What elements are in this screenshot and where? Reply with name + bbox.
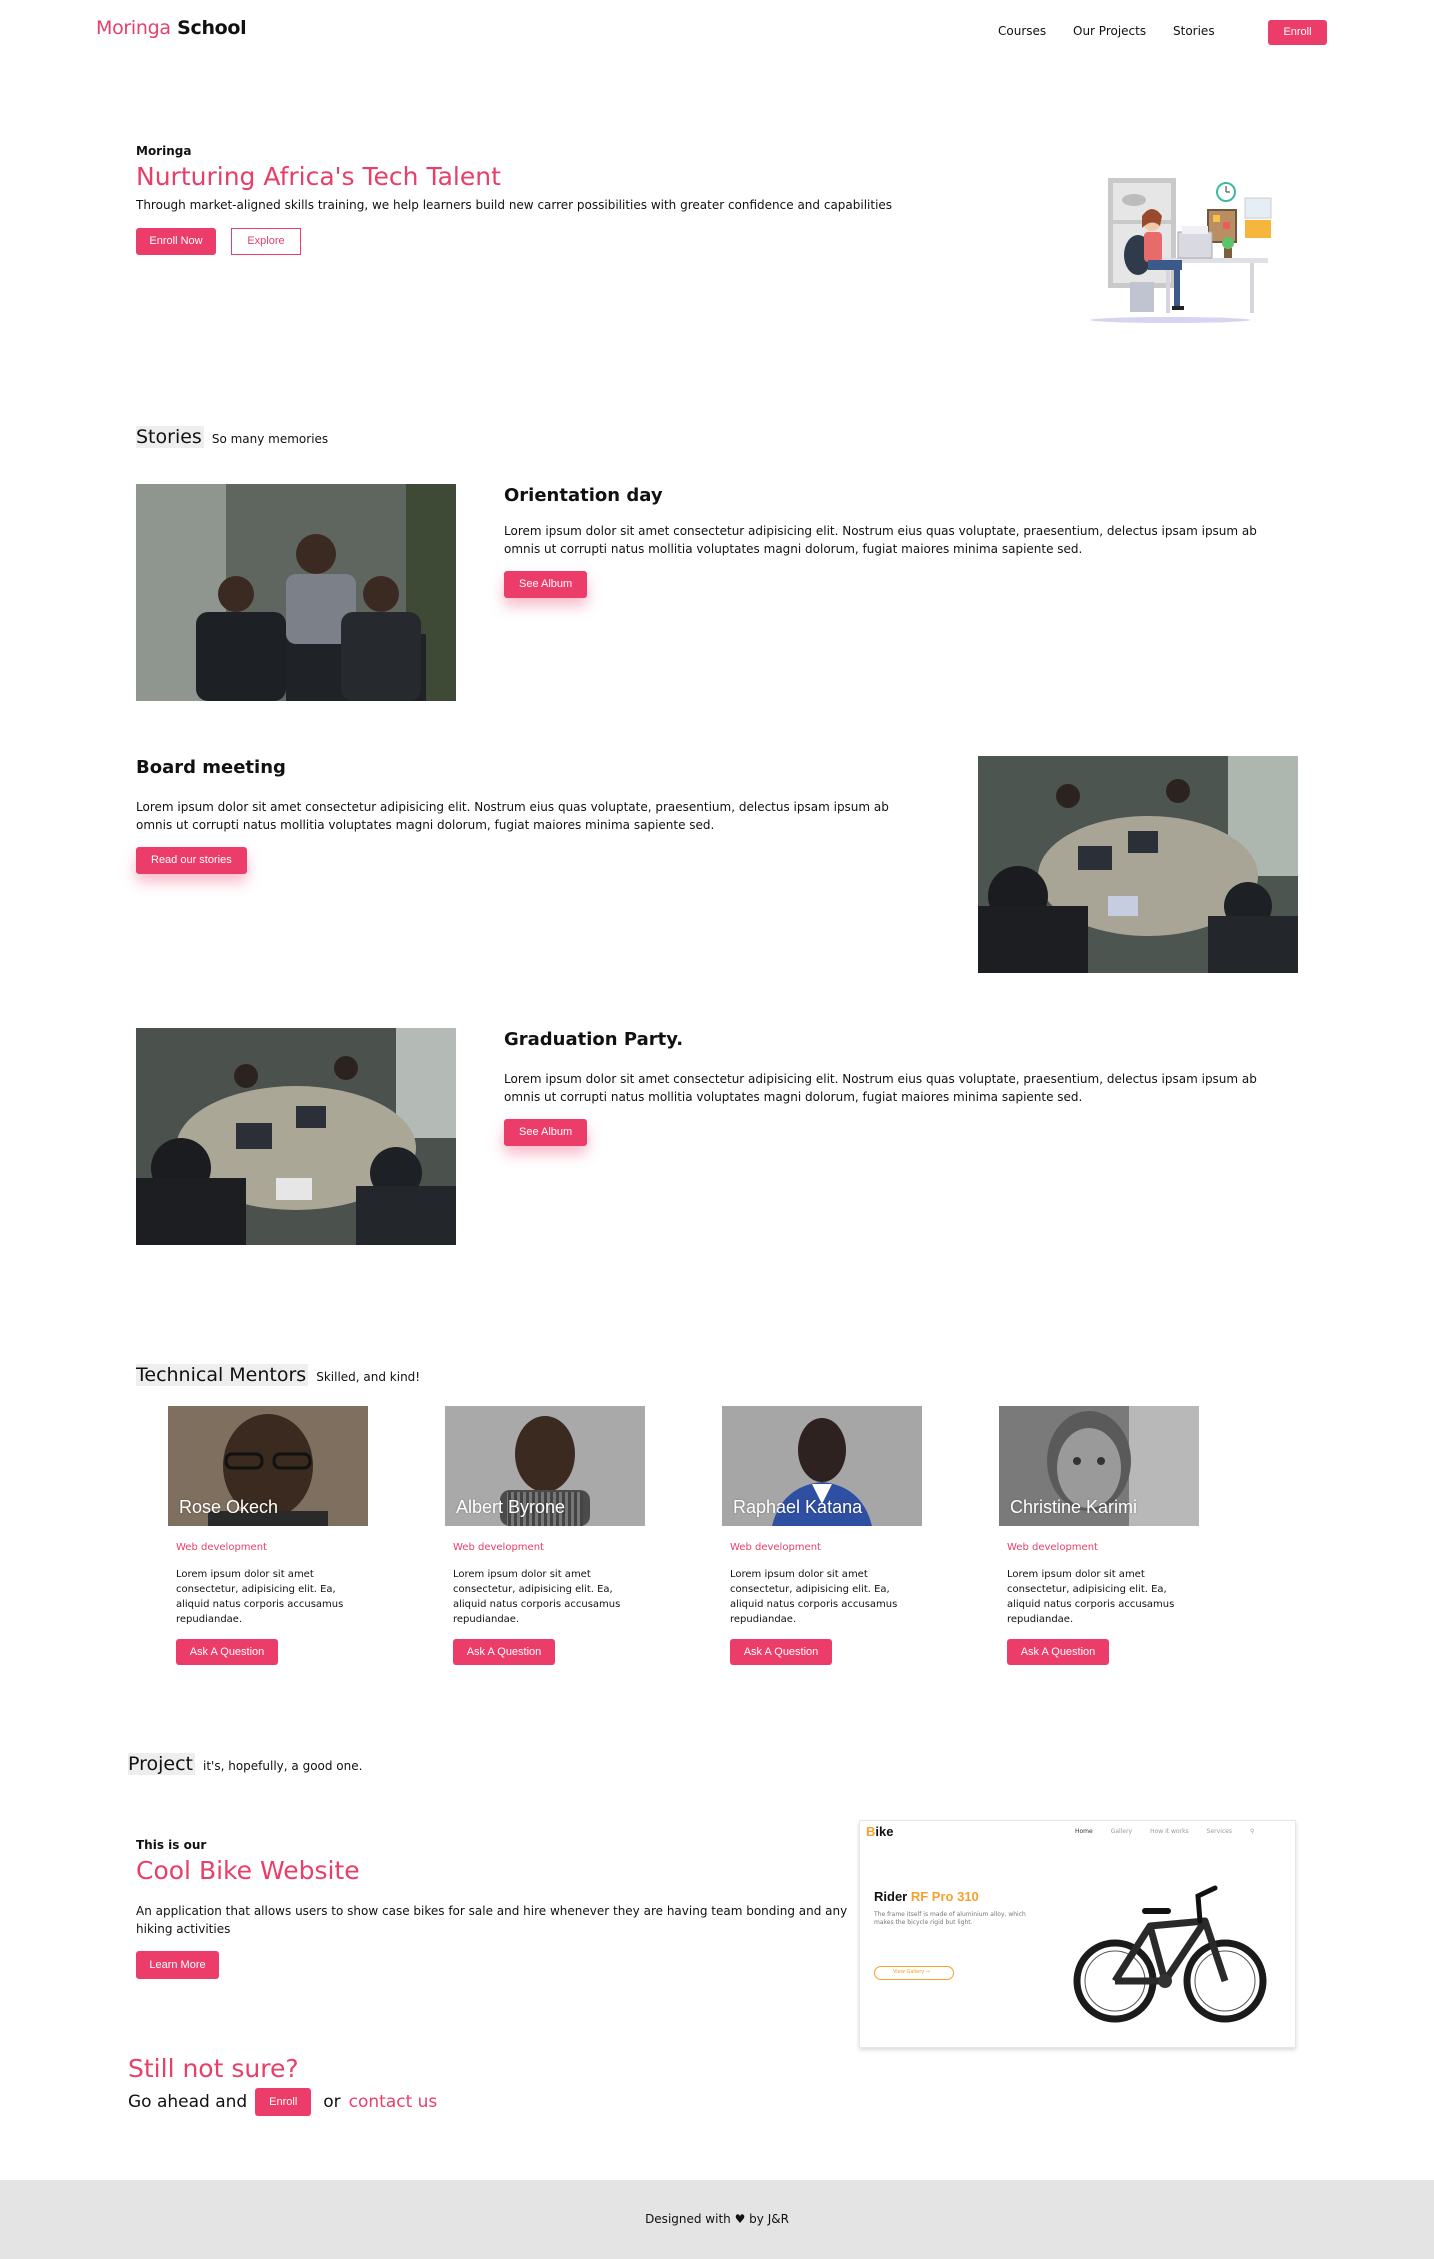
- mentor-role: Web development: [176, 1542, 267, 1553]
- mentor-card: Rose Okech Web development Lorem ipsum d…: [168, 1406, 368, 1665]
- project-subtitle: it's, hopefully, a good one.: [203, 1759, 363, 1773]
- project-section-title: Project it's, hopefully, a good one.: [128, 1753, 362, 1775]
- ask-question-button[interactable]: Ask A Question: [176, 1639, 278, 1665]
- mentor-photo: Rose Okech: [168, 1406, 368, 1526]
- bike-search-icon: ⚲: [1249, 1828, 1255, 1835]
- mentor-photo: Raphael Katana: [722, 1406, 922, 1526]
- mentors-title: Technical Mentors: [136, 1364, 309, 1386]
- story-text-graduation: Lorem ipsum dolor sit amet consectetur a…: [504, 1072, 1257, 1104]
- mentor-role: Web development: [453, 1542, 544, 1553]
- mentor-photo: Christine Karimi: [999, 1406, 1199, 1526]
- nav-link-courses[interactable]: Courses: [998, 24, 1046, 38]
- bike-heading-a: Rider: [874, 1889, 908, 1904]
- mentor-photo: Albert Byrone: [445, 1406, 645, 1526]
- hero-title: Nurturing Africa's Tech Talent: [136, 162, 501, 191]
- mentor-desc: Lorem ipsum dolor sit amet consectetur, …: [453, 1569, 621, 1625]
- story-heading-board: Board meeting: [136, 757, 286, 778]
- stories-subtitle: So many memories: [211, 432, 329, 446]
- project-screenshot: Bike Home Gallery How it works Services …: [859, 1820, 1296, 2048]
- mentor-name: Christine Karimi: [1010, 1497, 1138, 1517]
- bike-gallery-button: View Gallery →: [874, 1966, 954, 1980]
- story-heading-orientation: Orientation day: [504, 485, 663, 506]
- mentor-card: Christine Karimi Web development Lorem i…: [999, 1406, 1199, 1665]
- mentor-role: Web development: [1007, 1542, 1098, 1553]
- story-heading-graduation: Graduation Party.: [504, 1029, 684, 1050]
- bike-text: The frame itself is made of aluminium al…: [874, 1911, 1026, 1926]
- learn-more-button[interactable]: Learn More: [136, 1951, 219, 1979]
- project-name: Cool Bike Website: [136, 1856, 360, 1885]
- bike-nav-how: How it works: [1150, 1828, 1189, 1835]
- hero-illustration: [1090, 178, 1272, 323]
- cta-pre: Go ahead and: [128, 2092, 248, 2112]
- ask-question-button[interactable]: Ask A Question: [730, 1639, 832, 1665]
- mentor-name: Rose Okech: [179, 1497, 279, 1517]
- cta-enroll-button[interactable]: Enroll: [255, 2088, 312, 2116]
- story-text-board: Lorem ipsum dolor sit amet consectetur a…: [136, 800, 889, 832]
- nav-enroll-button[interactable]: Enroll: [1268, 20, 1327, 45]
- bike-nav: Home Gallery How it works Services ⚲: [1075, 1828, 1254, 1835]
- mentor-card: Albert Byrone Web development Lorem ipsu…: [445, 1406, 645, 1665]
- nav-link-stories[interactable]: Stories: [1173, 24, 1215, 38]
- cta-title: Still not sure?: [128, 2054, 299, 2083]
- project-eyebrow: This is our: [136, 1838, 207, 1852]
- ask-question-button[interactable]: Ask A Question: [453, 1639, 555, 1665]
- mentor-desc: Lorem ipsum dolor sit amet consectetur, …: [730, 1569, 898, 1625]
- mentor-name: Albert Byrone: [456, 1497, 566, 1517]
- bike-gallery-button-label: View Gallery: [893, 1969, 925, 1975]
- bike-image: [1073, 1885, 1267, 2023]
- ask-question-button[interactable]: Ask A Question: [1007, 1639, 1109, 1665]
- see-album-button-orientation[interactable]: See Album: [504, 571, 588, 598]
- explore-button[interactable]: Explore: [231, 228, 301, 255]
- cta-or: or: [323, 2092, 341, 2112]
- mentor-role: Web development: [730, 1542, 821, 1553]
- bike-logo-rest: ike: [875, 1824, 894, 1839]
- read-stories-button[interactable]: Read our stories: [136, 847, 247, 874]
- mentor-desc: Lorem ipsum dolor sit amet consectetur, …: [1007, 1569, 1175, 1625]
- brand-first: Moringa: [96, 17, 171, 39]
- bike-heading-b: RF Pro 310: [910, 1889, 979, 1904]
- bike-logo-b: B: [866, 1824, 876, 1839]
- mentors-subtitle: Skilled, and kind!: [316, 1370, 421, 1384]
- mentor-name: Raphael Katana: [733, 1497, 863, 1517]
- story-photo-orientation: [136, 484, 456, 701]
- contact-us-link[interactable]: contact us: [349, 2092, 438, 2112]
- story-photo-board: [978, 756, 1298, 973]
- mentor-card: Raphael Katana Web development Lorem ips…: [722, 1406, 922, 1665]
- story-text-orientation: Lorem ipsum dolor sit amet consectetur a…: [504, 524, 1257, 556]
- footer-text: Designed with ♥ by J&R: [645, 2212, 789, 2226]
- hero-text: Through market-aligned skills training, …: [136, 198, 893, 212]
- mentor-desc: Lorem ipsum dolor sit amet consectetur, …: [176, 1569, 344, 1625]
- bike-heading: Rider RF Pro 310: [874, 1889, 979, 1904]
- stories-title: Stories: [136, 426, 204, 448]
- bike-logo: Bike: [866, 1824, 893, 1839]
- enroll-now-button[interactable]: Enroll Now: [136, 228, 216, 255]
- bike-nav-services: Services: [1206, 1828, 1232, 1835]
- brand-logo[interactable]: Moringa School: [96, 17, 247, 39]
- see-album-button-graduation[interactable]: See Album: [504, 1119, 588, 1146]
- nav-link-projects[interactable]: Our Projects: [1073, 24, 1146, 38]
- bike-nav-gallery: Gallery: [1110, 1828, 1133, 1835]
- mentors-section-title: Technical Mentors Skilled, and kind!: [136, 1364, 420, 1386]
- story-photo-graduation: [136, 1028, 456, 1245]
- hero-eyebrow: Moringa: [136, 144, 192, 158]
- footer: Designed with ♥ by J&R: [0, 2180, 1434, 2259]
- project-title: Project: [128, 1753, 196, 1775]
- bike-nav-home: Home: [1075, 1828, 1093, 1835]
- project-text: An application that allows users to show…: [136, 1904, 848, 1936]
- cta-line: Go ahead and Enroll or contact us: [128, 2088, 437, 2116]
- stories-section-title: Stories So many memories: [136, 426, 328, 448]
- brand-second: School: [177, 17, 247, 39]
